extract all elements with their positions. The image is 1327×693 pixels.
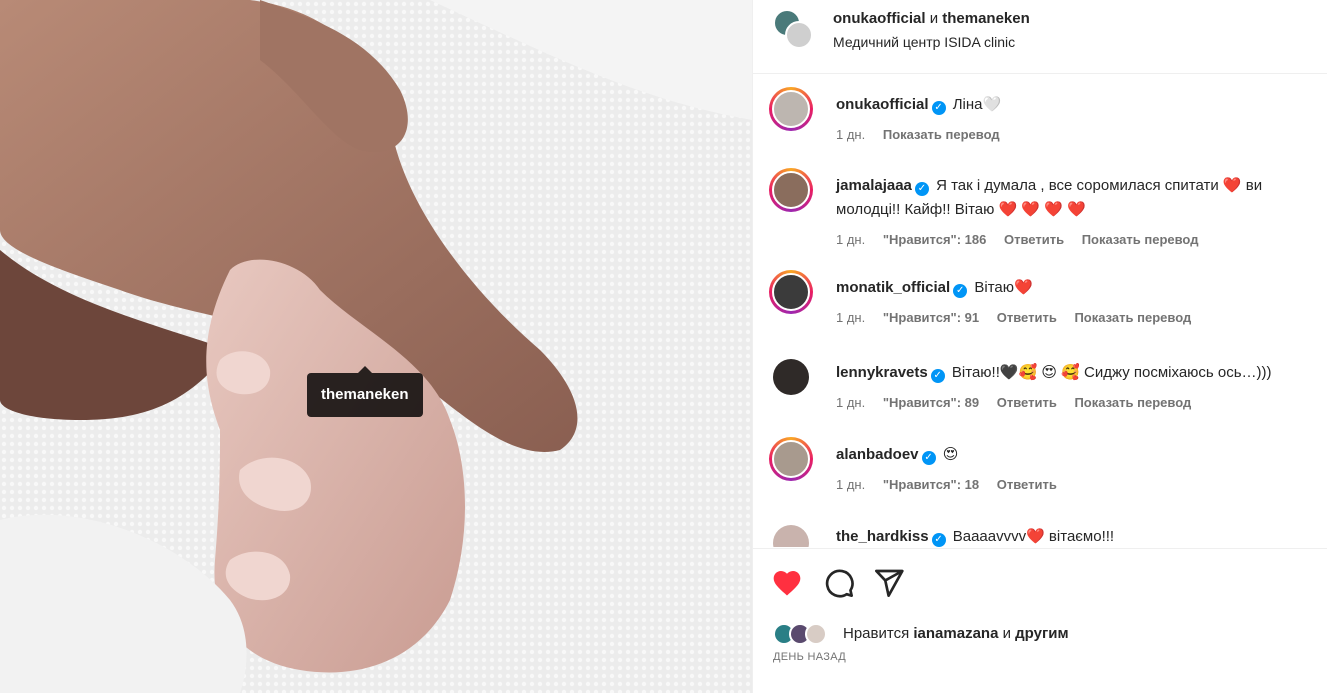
- verified-icon: ✓: [931, 533, 946, 547]
- comment-meta: 1 дн. "Нравится": 91 Ответить Показать п…: [836, 310, 1205, 325]
- avatar[interactable]: [769, 270, 813, 314]
- verified-icon: ✓: [930, 369, 945, 383]
- comment-time[interactable]: 1 дн.: [836, 310, 865, 325]
- comment-username[interactable]: alanbadoev: [836, 446, 919, 463]
- translate-link[interactable]: Показать перевод: [1082, 232, 1199, 247]
- avatar[interactable]: [773, 359, 809, 395]
- comment-text: onukaofficial ✓ Ліна🤍: [836, 93, 1316, 117]
- liker-avatars[interactable]: [773, 623, 833, 647]
- comment-time[interactable]: 1 дн.: [836, 127, 865, 142]
- post-panel: onukaofficial и themaneken Медичний цент…: [752, 0, 1327, 693]
- comment-meta: 1 дн. Показать перевод: [836, 127, 1014, 142]
- comment-username[interactable]: lennykravets: [836, 364, 928, 381]
- comment-username[interactable]: the_hardkiss: [836, 528, 929, 545]
- comment-meta: 1 дн. "Нравится": 18 Ответить: [836, 477, 1071, 492]
- translate-link[interactable]: Показать перевод: [1074, 395, 1191, 410]
- verified-icon: ✓: [914, 182, 929, 196]
- reply-button[interactable]: Ответить: [997, 395, 1057, 410]
- avatar: [785, 21, 813, 49]
- comment-likes[interactable]: "Нравится": 18: [883, 477, 979, 492]
- authors-joiner: и: [929, 10, 939, 27]
- comment-text: the_hardkiss ✓ Вааааvvvv❤️ вітаємо!!!: [836, 525, 1316, 547]
- location-link[interactable]: Медичний центр ISIDA clinic: [833, 34, 1015, 50]
- comment-icon[interactable]: [823, 567, 855, 599]
- comment-time[interactable]: 1 дн.: [836, 232, 865, 247]
- avatar[interactable]: [773, 525, 809, 547]
- avatar[interactable]: [769, 87, 813, 131]
- comment-username[interactable]: jamalajaaa: [836, 177, 912, 194]
- post-photo[interactable]: themaneken: [0, 0, 752, 693]
- user-tag[interactable]: themaneken: [307, 366, 423, 417]
- reply-button[interactable]: Ответить: [1004, 232, 1064, 247]
- collab-avatars[interactable]: [773, 9, 813, 49]
- likes-joiner: и: [1002, 625, 1011, 642]
- post-header: onukaofficial и themaneken Медичний цент…: [753, 0, 1327, 74]
- comment-likes[interactable]: "Нравится": 186: [883, 232, 987, 247]
- likes-prefix: Нравится: [843, 625, 910, 642]
- reply-button[interactable]: Ответить: [997, 310, 1057, 325]
- post-actions: Нравится ianamazana и другим ДЕНЬ НАЗАД: [753, 548, 1327, 693]
- comment-time[interactable]: 1 дн.: [836, 395, 865, 410]
- post-date[interactable]: ДЕНЬ НАЗАД: [773, 651, 846, 663]
- comment-text: lennykravets ✓ Вітаю!!🖤🥰 😍 🥰 Сиджу посміх…: [836, 361, 1316, 385]
- translate-link[interactable]: Показать перевод: [1074, 310, 1191, 325]
- comment-likes[interactable]: "Нравится": 89: [883, 395, 979, 410]
- comment-text: monatik_official ✓ Вітаю❤️: [836, 276, 1316, 300]
- translate-link[interactable]: Показать перевод: [883, 127, 1000, 142]
- comment-username[interactable]: onukaofficial: [836, 96, 929, 113]
- comment-meta: 1 дн. "Нравится": 89 Ответить Показать п…: [836, 395, 1205, 410]
- coauthor-link[interactable]: themaneken: [942, 10, 1030, 27]
- likes-text: Нравится ianamazana и другим: [843, 625, 1069, 642]
- liker-username[interactable]: ianamazana: [913, 625, 998, 642]
- avatar: [805, 623, 827, 645]
- comment-likes[interactable]: "Нравится": 91: [883, 310, 979, 325]
- comment-text: alanbadoev ✓ 😍: [836, 443, 1316, 467]
- comment-username[interactable]: monatik_official: [836, 279, 950, 296]
- send-icon[interactable]: [873, 567, 905, 599]
- verified-icon: ✓: [921, 451, 936, 465]
- reply-button[interactable]: Ответить: [997, 477, 1057, 492]
- comment-time[interactable]: 1 дн.: [836, 477, 865, 492]
- comment-meta: 1 дн. "Нравится": 186 Ответить Показать …: [836, 232, 1212, 247]
- comments-list[interactable]: onukaofficial ✓ Ліна🤍 1 дн. Показать пере…: [753, 75, 1327, 547]
- author-link[interactable]: onukaofficial: [833, 10, 926, 27]
- verified-icon: ✓: [931, 101, 946, 115]
- verified-icon: ✓: [953, 284, 968, 298]
- baby-hand-image: [0, 0, 752, 693]
- comment-body: Ліна: [952, 96, 983, 113]
- white-heart-icon: 🤍: [982, 96, 1002, 113]
- avatar[interactable]: [769, 168, 813, 212]
- heart-filled-icon[interactable]: [771, 567, 803, 599]
- post-authors: onukaofficial и themaneken: [833, 10, 1030, 27]
- comment-text: jamalajaaa ✓ Я так і думала , все соромил…: [836, 174, 1316, 222]
- avatar[interactable]: [769, 437, 813, 481]
- comment-body: 😍: [942, 446, 959, 463]
- comment-body: Вітаю!!🖤🥰 😍 🥰 Сиджу посміхаюсь ось…))): [951, 364, 1272, 381]
- comment-body: Вітаю❤️: [974, 279, 1033, 296]
- comment-body: Вааааvvvv❤️ вітаємо!!!: [952, 528, 1115, 545]
- likes-others-link[interactable]: другим: [1015, 625, 1068, 642]
